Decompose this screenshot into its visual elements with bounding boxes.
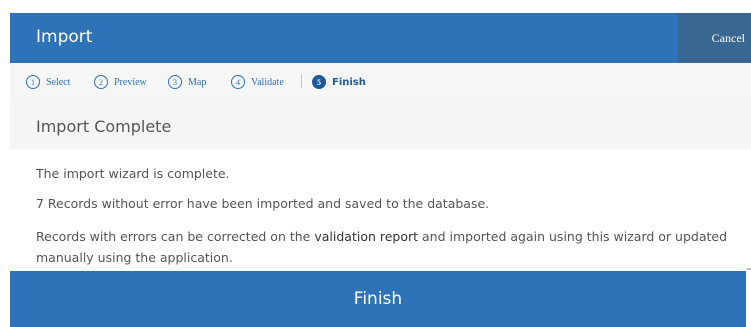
step-number: 3 bbox=[168, 75, 182, 89]
errors-message-text: Records with errors can be corrected on … bbox=[36, 229, 315, 244]
section-title: Import Complete bbox=[36, 117, 172, 136]
step-number: 5 bbox=[312, 75, 326, 89]
step-number: 4 bbox=[231, 75, 245, 89]
finish-button[interactable]: Finish bbox=[10, 271, 746, 327]
dialog-header: Import Cancel bbox=[10, 13, 751, 63]
step-label: Select bbox=[46, 76, 71, 88]
section-header: Import Complete bbox=[10, 100, 751, 149]
dialog-title: Import bbox=[36, 27, 93, 47]
wizard-steps: 1 Select 2 Preview 3 Map 4 Validate 5 Fi… bbox=[10, 63, 751, 100]
step-preview[interactable]: 2 Preview bbox=[94, 74, 147, 90]
step-validate[interactable]: 4 Validate bbox=[231, 74, 284, 90]
completion-message: The import wizard is complete. bbox=[36, 166, 230, 181]
step-label: Validate bbox=[251, 76, 284, 88]
step-finish[interactable]: 5 Finish bbox=[312, 74, 366, 90]
step-number: 2 bbox=[94, 75, 108, 89]
step-label: Preview bbox=[114, 76, 147, 88]
step-label: Finish bbox=[332, 76, 366, 88]
cancel-button[interactable]: Cancel bbox=[678, 13, 751, 63]
step-select[interactable]: 1 Select bbox=[26, 74, 70, 90]
records-imported-message: 7 Records without error have been import… bbox=[36, 196, 490, 211]
step-label: Map bbox=[188, 76, 207, 88]
validation-report-link[interactable]: validation report bbox=[314, 229, 418, 244]
scrollbar[interactable] bbox=[747, 268, 751, 270]
step-number: 1 bbox=[26, 75, 40, 89]
step-map[interactable]: 3 Map bbox=[168, 74, 206, 90]
step-divider bbox=[301, 74, 302, 88]
errors-message: Records with errors can be corrected on … bbox=[36, 226, 746, 268]
